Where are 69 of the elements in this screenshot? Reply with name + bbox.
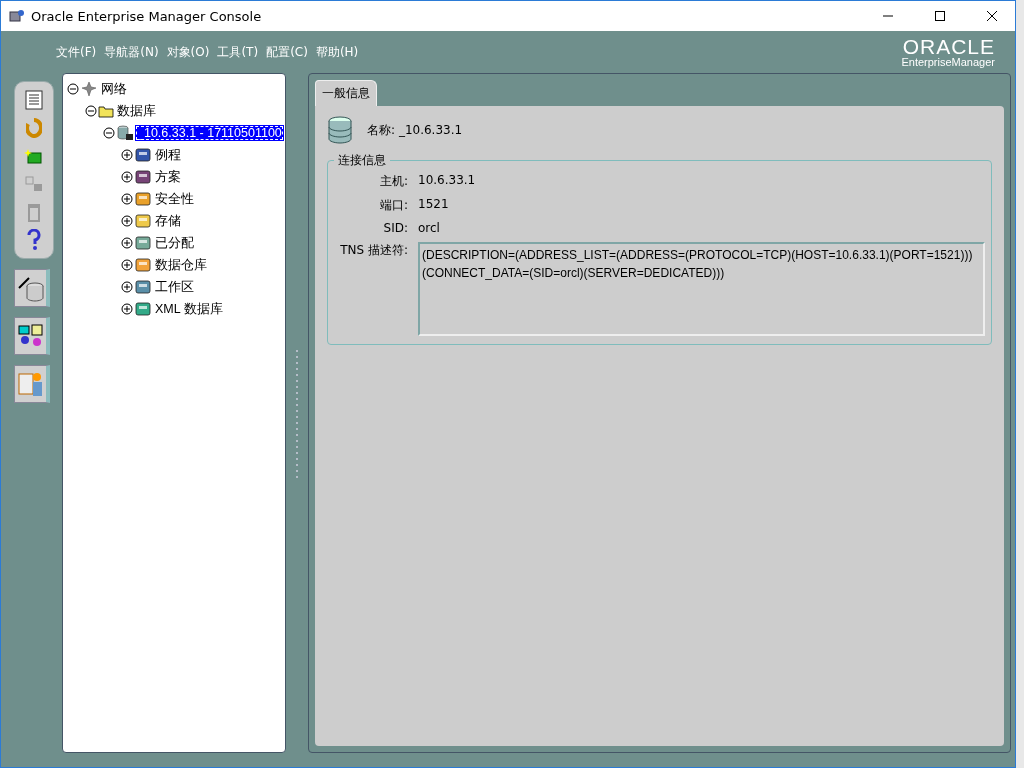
expand-toggle-icon[interactable] [121,237,133,249]
tree-item[interactable]: XML 数据库 [153,299,225,319]
tree-item[interactable]: 网络 [99,79,129,99]
node-icon [134,213,152,229]
group-title: 连接信息 [337,152,387,169]
tree-item[interactable]: 已分配 [153,233,196,253]
help-icon [26,229,42,251]
drawer-button[interactable] [14,269,50,307]
expand-toggle-icon[interactable] [121,193,133,205]
field-label: TNS 描述符: [339,242,408,259]
name-text: 名称: _10.6.33.1 [367,121,463,139]
node-icon [134,235,152,251]
tree-item[interactable]: 例程 [153,145,183,165]
field-value: orcl [418,221,441,235]
menu-item[interactable]: 导航器(N) [103,41,160,63]
node-icon [134,147,152,163]
close-icon [987,11,997,21]
node-icon [134,301,152,317]
node-icon [134,279,152,295]
node-icon [134,257,152,273]
tab[interactable]: 一般信息 [315,80,377,106]
database-icon [327,116,353,144]
collapse-toggle-icon[interactable] [103,127,115,139]
maximize-icon [935,11,945,21]
menu-item[interactable]: 工具(T) [216,41,260,63]
database-wand-icon [16,274,45,302]
field-label: SID: [382,221,408,235]
person-chart-icon [16,370,45,398]
drawer-button[interactable] [14,365,50,403]
folder-icon [98,104,114,118]
menu-item[interactable]: 文件(F) [55,41,98,63]
expand-toggle-icon[interactable] [121,149,133,161]
tree-item[interactable]: 数据库 [115,101,158,121]
create-icon [24,147,44,165]
tree-item[interactable]: 方案 [153,167,183,187]
menu-item[interactable]: 配置(C) [265,41,309,63]
network-icon [80,81,98,97]
expand-toggle-icon[interactable] [121,281,133,293]
database-icon [116,124,134,142]
field-value: 10.6.33.1 [418,173,477,187]
node-icon [134,191,152,207]
document-icon [25,90,43,110]
expand-toggle-icon[interactable] [121,303,133,315]
tree-item[interactable]: _10.6.33.1 - 17110501100 [135,125,284,141]
field-label: 端口: [378,197,408,214]
logo-product: EnterpriseManager [901,57,995,68]
expand-toggle-icon[interactable] [121,215,133,227]
tree-item[interactable]: 存储 [153,211,183,231]
tns-text-area[interactable]: (DESCRIPTION=(ADDRESS_LIST=(ADDRESS=(PROTOCOL=TCP)(HOST=10.6.33.1)(PORT=1521)))(CONNECT_DATA=(SID=orcl)(SERVER=DEDICATED))) [418,242,985,336]
field-label: 主机: [378,173,408,190]
tree-item[interactable]: 工作区 [153,277,196,297]
collapse-toggle-icon[interactable] [67,83,79,95]
expand-toggle-icon[interactable] [121,171,133,183]
expand-toggle-icon[interactable] [121,259,133,271]
app-icon [9,9,25,23]
field-value: 1521 [418,197,450,211]
refresh-icon [26,118,42,138]
node-icon [134,169,152,185]
tree-item[interactable]: 安全性 [153,189,196,209]
copy-icon [24,175,44,193]
menu-item[interactable]: 帮助(H) [314,41,360,63]
menu-item[interactable]: 对象(O) [165,41,211,63]
drawer-button[interactable] [14,317,50,355]
window-title: Oracle Enterprise Manager Console [31,8,263,24]
tree-item[interactable]: 数据仓库 [153,255,209,275]
logo-brand: ORACLE [902,36,995,57]
splitter-grip-icon[interactable] [295,348,299,478]
trash-icon [26,202,42,222]
collapse-toggle-icon[interactable] [85,105,97,117]
